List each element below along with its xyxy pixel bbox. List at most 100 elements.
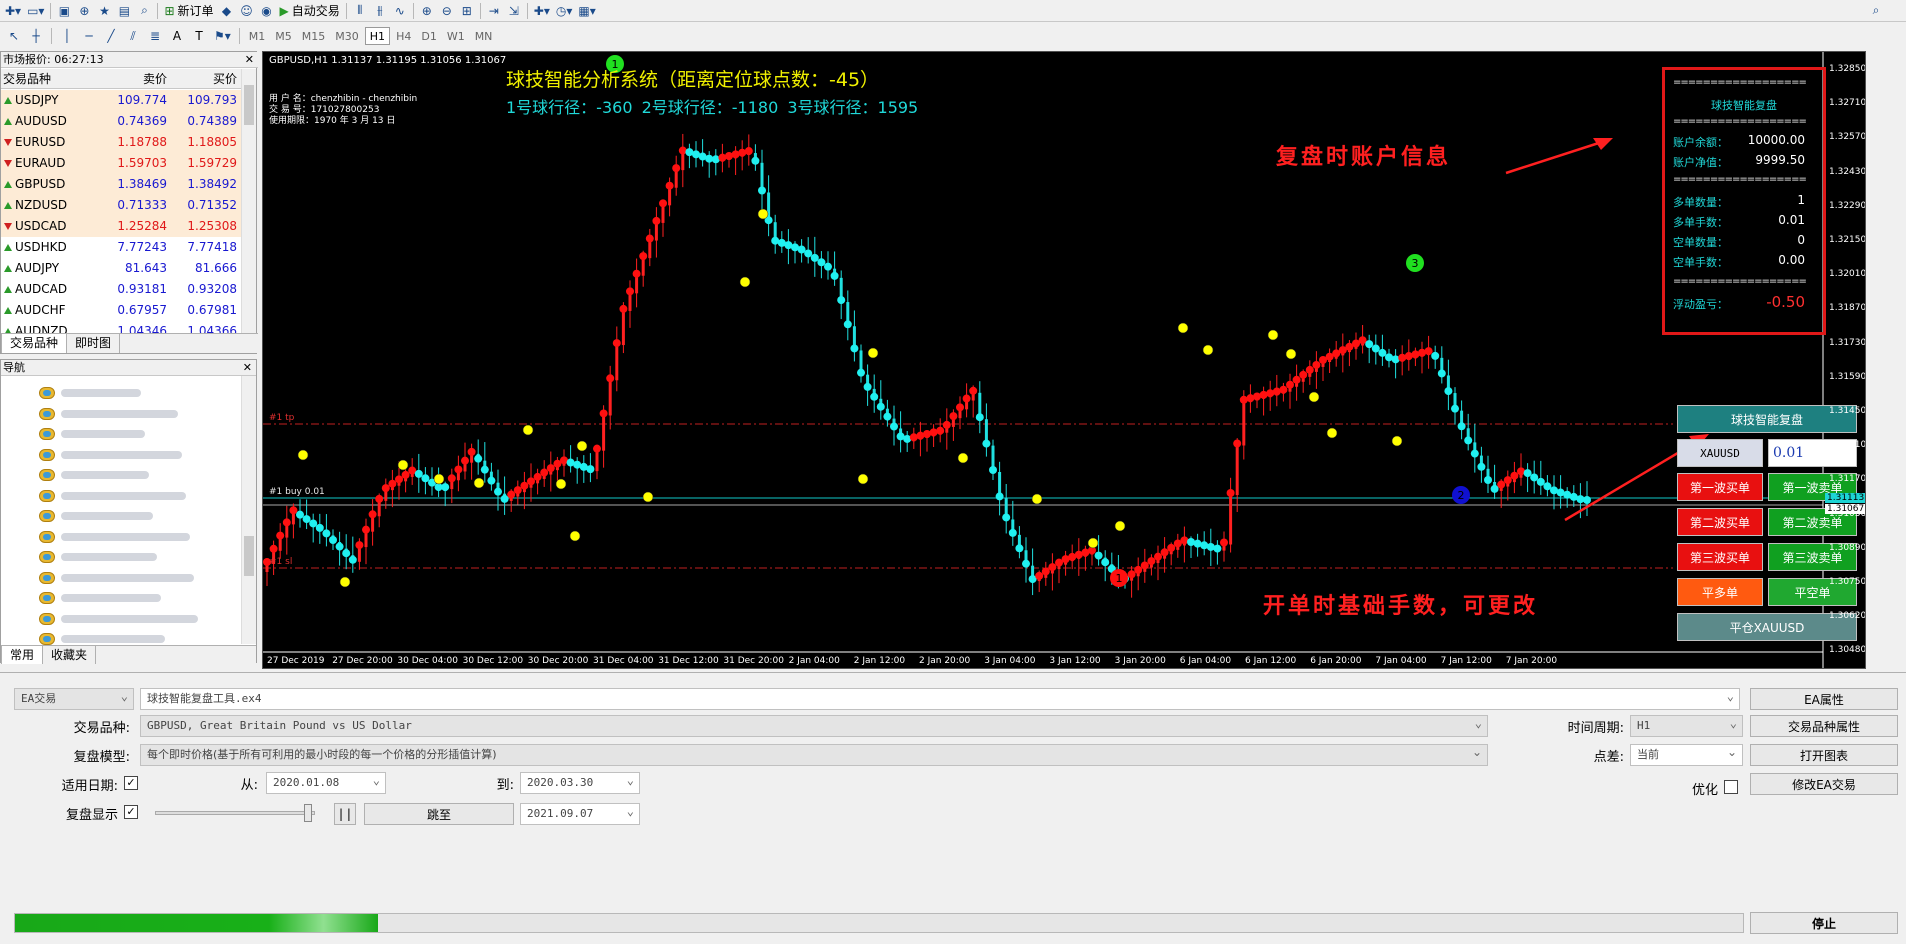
auto-trade-button[interactable]: ▶ 自动交易 xyxy=(277,1,343,21)
trendline-icon[interactable]: ╱ xyxy=(101,26,121,46)
navigator-item[interactable] xyxy=(39,610,239,628)
tile-windows-icon[interactable]: ⊞ xyxy=(457,1,477,21)
symbol-select[interactable]: GBPUSD, Great Britain Pound vs US Dollar xyxy=(140,713,1488,737)
chart-shift-icon[interactable]: ⇥ xyxy=(484,1,504,21)
market-row[interactable]: EURUSD 1.18788 1.18805 xyxy=(1,132,241,153)
from-date[interactable]: 2020.01.08 xyxy=(266,770,386,794)
col-symbol[interactable]: 交易品种 xyxy=(1,69,101,88)
tf-mn[interactable]: MN xyxy=(471,27,497,45)
zoom-in-icon[interactable]: ⊕ xyxy=(417,1,437,21)
navigator-item[interactable] xyxy=(39,466,239,484)
text-icon[interactable]: A xyxy=(167,26,187,46)
tf-d1[interactable]: D1 xyxy=(417,27,440,45)
pause-button[interactable]: | | xyxy=(334,803,356,825)
speed-slider[interactable] xyxy=(155,804,315,822)
tf-h1[interactable]: H1 xyxy=(364,27,391,45)
navigator-icon[interactable]: ★ xyxy=(94,1,114,21)
spread-select[interactable]: 当前 xyxy=(1630,742,1743,766)
mode-select[interactable]: EA交易 xyxy=(14,686,134,710)
navigator-item[interactable] xyxy=(39,487,239,505)
jump-button[interactable]: 跳至 xyxy=(364,803,514,825)
market-row[interactable]: AUDJPY 81.643 81.666 xyxy=(1,258,241,279)
chat-icon[interactable]: ☺ xyxy=(237,1,257,21)
navigator-item[interactable] xyxy=(39,507,239,525)
search-icon[interactable]: ⌕ xyxy=(1866,1,1886,21)
modify-ea-button[interactable]: 修改EA交易 xyxy=(1750,773,1898,795)
candle-chart-icon[interactable]: ⫵ xyxy=(370,1,390,21)
tf-m30[interactable]: M30 xyxy=(331,27,363,45)
channel-icon[interactable]: ⫽ xyxy=(123,26,143,46)
signals-icon[interactable]: ◉ xyxy=(257,1,277,21)
market-row[interactable]: AUDCHF 0.67957 0.67981 xyxy=(1,300,241,321)
jump-date[interactable]: 2021.09.07 xyxy=(520,801,640,825)
model-select[interactable]: 每个即时价格(基于所有可利用的最小时段的每一个价格的分形插值计算) xyxy=(140,742,1488,766)
price-chart[interactable]: 1 3 1 2 xyxy=(263,52,1866,669)
market-row[interactable]: USDHKD 7.77243 7.77418 xyxy=(1,237,241,258)
market-row[interactable]: USDJPY 109.774 109.793 xyxy=(1,90,241,111)
market-row[interactable]: USDCAD 1.25284 1.25308 xyxy=(1,216,241,237)
market-watch-icon[interactable]: ▣ xyxy=(54,1,74,21)
indicators-icon[interactable]: ✚▾ xyxy=(531,1,553,21)
shapes-icon[interactable]: ⚑▾ xyxy=(211,26,234,46)
market-row[interactable]: EURAUD 1.59703 1.59729 xyxy=(1,153,241,174)
buy-wave1-button[interactable]: 第一波买单 xyxy=(1677,473,1763,501)
navigator-item[interactable] xyxy=(39,405,239,423)
col-bid[interactable]: 卖价 xyxy=(101,69,171,88)
chart-window[interactable]: 1 3 1 2 GBPUSD,H1 1.31137 1.31195 1.31056 1… xyxy=(262,51,1866,669)
data-window-icon[interactable]: ⊕ xyxy=(74,1,94,21)
bar-chart-icon[interactable]: ⫴ xyxy=(350,1,370,21)
period-select[interactable]: H1 xyxy=(1630,713,1743,737)
tf-m15[interactable]: M15 xyxy=(298,27,330,45)
tab-favorites[interactable]: 收藏夹 xyxy=(43,646,97,664)
zoom-out-icon[interactable]: ⊖ xyxy=(437,1,457,21)
tf-m5[interactable]: M5 xyxy=(271,27,296,45)
navigator-item[interactable] xyxy=(39,528,239,546)
fibonacci-icon[interactable]: ≣ xyxy=(145,26,165,46)
label-icon[interactable]: T xyxy=(189,26,209,46)
terminal-icon[interactable]: ▤ xyxy=(114,1,134,21)
symbol-field[interactable]: XAUUSD xyxy=(1677,439,1763,467)
stop-button[interactable]: 停止 xyxy=(1750,912,1898,934)
navigator-item[interactable] xyxy=(39,425,239,443)
line-chart-icon[interactable]: ∿ xyxy=(390,1,410,21)
buy-wave3-button[interactable]: 第三波买单 xyxy=(1677,543,1763,571)
market-row[interactable]: AUDCAD 0.93181 0.93208 xyxy=(1,279,241,300)
templates-icon[interactable]: ▦▾ xyxy=(575,1,598,21)
tab-tick-chart[interactable]: 即时图 xyxy=(67,334,121,353)
navigator-item[interactable] xyxy=(39,384,239,402)
open-chart-button[interactable]: 打开图表 xyxy=(1750,744,1898,766)
profiles-icon[interactable]: ▭▾ xyxy=(24,1,47,21)
tf-m1[interactable]: M1 xyxy=(245,27,270,45)
navigator-scrollbar[interactable] xyxy=(241,376,256,644)
navigator-item[interactable] xyxy=(39,446,239,464)
close-icon[interactable]: ✕ xyxy=(245,52,254,68)
visual-checkbox[interactable]: ✓ xyxy=(124,805,138,819)
close-long-button[interactable]: 平多单 xyxy=(1677,578,1763,606)
periods-icon[interactable]: ◷▾ xyxy=(553,1,576,21)
symbol-properties-button[interactable]: 交易品种属性 xyxy=(1750,715,1898,737)
market-row[interactable]: GBPUSD 1.38469 1.38492 xyxy=(1,174,241,195)
tab-symbols[interactable]: 交易品种 xyxy=(1,334,68,353)
navigator-item[interactable] xyxy=(39,548,239,566)
market-watch-scrollbar[interactable] xyxy=(241,69,256,337)
tab-common[interactable]: 常用 xyxy=(1,646,44,664)
tester-icon[interactable]: ⌕ xyxy=(134,1,154,21)
buy-wave2-button[interactable]: 第二波买单 xyxy=(1677,508,1763,536)
use-date-checkbox[interactable]: ✓ xyxy=(124,776,138,790)
tf-w1[interactable]: W1 xyxy=(443,27,469,45)
market-row[interactable]: AUDUSD 0.74369 0.74389 xyxy=(1,111,241,132)
autoscroll-icon[interactable]: ⇲ xyxy=(504,1,524,21)
navigator-item[interactable] xyxy=(39,589,239,607)
ea-select[interactable]: 球技智能复盘工具.ex4 xyxy=(140,686,1740,710)
horizontal-line-icon[interactable]: ─ xyxy=(79,26,99,46)
cursor-icon[interactable]: ↖ xyxy=(4,26,24,46)
optimize-checkbox[interactable] xyxy=(1724,780,1738,794)
market-row[interactable]: NZDUSD 0.71333 0.71352 xyxy=(1,195,241,216)
crosshair-icon[interactable]: ┼ xyxy=(26,26,46,46)
navigator-item[interactable] xyxy=(39,569,239,587)
ea-properties-button[interactable]: EA属性 xyxy=(1750,688,1898,710)
close-icon[interactable]: ✕ xyxy=(243,360,252,376)
new-chart-icon[interactable]: ✚▾ xyxy=(2,1,24,21)
metaeditor-icon[interactable]: ◆ xyxy=(217,1,237,21)
new-order-button[interactable]: ⊞ 新订单 xyxy=(161,1,216,21)
